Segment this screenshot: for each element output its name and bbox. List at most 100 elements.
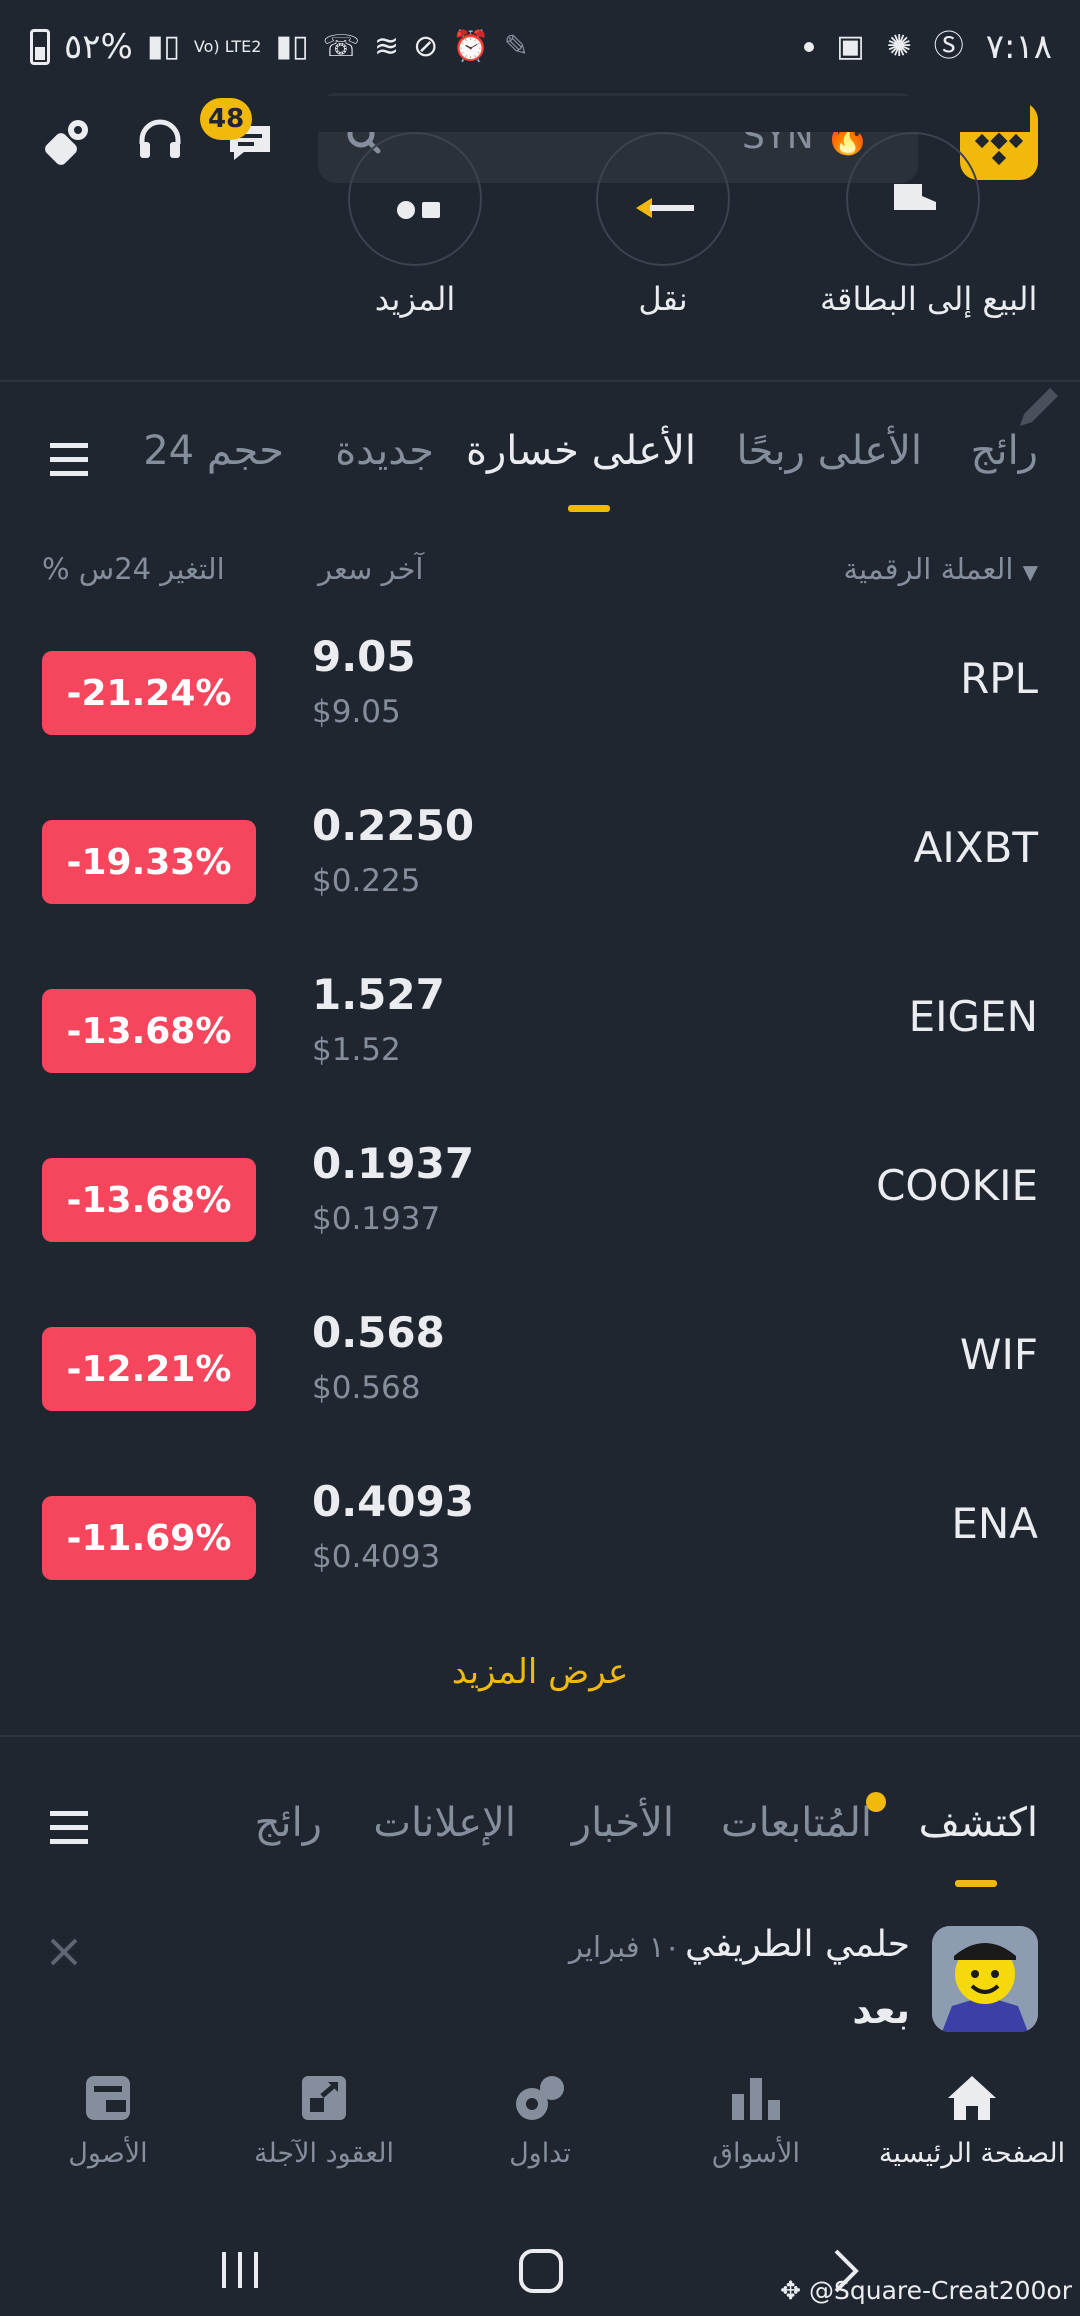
- binance-square-icon: ✥: [780, 2276, 802, 2305]
- avatar[interactable]: [932, 1926, 1038, 2032]
- coin-symbol: EIGEN: [908, 992, 1038, 1041]
- battery-icon: [30, 29, 50, 65]
- usd-price: $9.05: [312, 694, 401, 730]
- nav-label: العقود الآجلة: [254, 2138, 394, 2169]
- nav-home[interactable]: الصفحة الرئيسية: [864, 2056, 1080, 2169]
- coin-symbol: AIXBT: [913, 823, 1038, 872]
- home-button-icon[interactable]: [516, 2246, 566, 2296]
- profile-icon[interactable]: [36, 108, 100, 172]
- last-price: 0.4093: [312, 1477, 475, 1526]
- last-price: 1.527: [312, 970, 445, 1019]
- post-date: ١٠ فبراير: [568, 1930, 680, 1964]
- quick-action-label: المزيد: [374, 280, 456, 318]
- coin-row[interactable]: -19.33% 0.2250 $0.225 AIXBT: [0, 801, 1080, 970]
- last-price: 0.2250: [312, 801, 475, 850]
- nav-trade[interactable]: تداول: [432, 2056, 648, 2169]
- quick-action-label: نقل: [638, 280, 688, 318]
- coin-symbol: COOKIE: [876, 1161, 1038, 1210]
- sort-down-icon: ▼: [1022, 560, 1038, 584]
- change-badge: -21.24%: [42, 651, 256, 735]
- watermark-text: @Square-Creat200or: [808, 2276, 1072, 2305]
- feed-menu-icon[interactable]: [48, 1808, 92, 1848]
- tab-discover[interactable]: اكتشف: [919, 1800, 1038, 1846]
- change-badge: -13.68%: [42, 1158, 256, 1242]
- futures-icon: [296, 2070, 352, 2126]
- tab-trending-feed[interactable]: رائج: [255, 1800, 322, 1846]
- pen-icon: ✎: [503, 29, 529, 64]
- post-text[interactable]: بعد: [852, 1988, 910, 2032]
- battery-text: ٥٢%: [64, 27, 133, 67]
- coin-row[interactable]: -12.21% 0.568 $0.568 WIF: [0, 1308, 1080, 1477]
- gallery-icon: ▣: [836, 29, 865, 64]
- nav-label: الأصول: [68, 2138, 148, 2169]
- menu-icon[interactable]: [48, 440, 92, 480]
- usd-price: $0.4093: [312, 1539, 441, 1575]
- coin-row[interactable]: -11.69% 0.4093 $0.4093 ENA: [0, 1477, 1080, 1646]
- watermark: ✥ @Square-Creat200or: [780, 2276, 1072, 2305]
- nav-futures[interactable]: العقود الآجلة: [216, 2056, 432, 2169]
- post-author[interactable]: حلمي الطريفي: [685, 1924, 910, 1965]
- tab-volume-24[interactable]: حجم 24: [143, 428, 284, 474]
- signal-icon-2: ▮▯: [275, 29, 309, 64]
- status-right: ▣ ✺ Ⓢ ٧:١٨: [804, 22, 1052, 72]
- edit-icon[interactable]: [1014, 380, 1066, 432]
- status-left: ٥٢% ▮▯ Vo) LTE2 ▮▯ ☏ ≋ ⊘ ⏰ ✎: [30, 22, 529, 72]
- transfer-button[interactable]: [596, 132, 730, 266]
- coin-row[interactable]: -13.68% 1.527 $1.52 EIGEN: [0, 970, 1080, 1139]
- card-sell-icon: [894, 184, 936, 210]
- nav-label: تداول: [509, 2138, 571, 2169]
- app-icon: ✺: [886, 29, 912, 64]
- clock: ٧:١٨: [985, 27, 1052, 67]
- change-badge: -11.69%: [42, 1496, 256, 1580]
- coin-column-header[interactable]: العملة الرقمية ▼: [844, 552, 1038, 586]
- home-icon: [944, 2070, 1000, 2126]
- last-price: 0.568: [312, 1308, 445, 1357]
- recent-apps-icon[interactable]: [216, 2246, 264, 2294]
- last-price: 9.05: [312, 632, 416, 681]
- close-icon[interactable]: [48, 1936, 80, 1968]
- coin-header-label: العملة الرقمية: [843, 552, 1014, 586]
- tab-following[interactable]: المُتابعات: [721, 1800, 872, 1846]
- signal-icon: ▮▯: [146, 29, 180, 64]
- last-price: 0.1937: [312, 1139, 475, 1188]
- wallet-icon: [80, 2070, 136, 2126]
- more-button[interactable]: [348, 132, 482, 266]
- scroll-clip: [310, 96, 1030, 132]
- trade-icon: [512, 2070, 568, 2126]
- nav-assets[interactable]: الأصول: [0, 2056, 216, 2169]
- coin-symbol: RPL: [960, 654, 1038, 703]
- tab-announcements[interactable]: الإعلانات: [373, 1800, 516, 1846]
- tab-top-losers[interactable]: الأعلى خسارة: [466, 428, 696, 474]
- network-text: Vo) LTE2: [193, 37, 262, 56]
- headset-icon[interactable]: [128, 108, 192, 172]
- more-grid-icon: [397, 201, 440, 219]
- coin-symbol: WIF: [959, 1330, 1038, 1379]
- s-app-icon: Ⓢ: [933, 29, 964, 64]
- tab-trending[interactable]: رائج: [971, 428, 1038, 474]
- last-price-column-header[interactable]: آخر سعر: [318, 552, 424, 586]
- wifi-call-icon: ☏: [322, 29, 361, 64]
- tab-top-gainers[interactable]: الأعلى ربحًا: [736, 428, 922, 474]
- bottom-nav: الصفحة الرئيسية الأسواق تداول العقود الآ…: [0, 2056, 1080, 2216]
- alarm-icon: ⏰: [452, 29, 490, 64]
- coin-row[interactable]: -21.24% 9.05 $9.05 RPL: [0, 632, 1080, 801]
- nav-markets[interactable]: الأسواق: [648, 2056, 864, 2169]
- tab-news[interactable]: الأخبار: [572, 1800, 674, 1846]
- coin-row[interactable]: -13.68% 0.1937 $0.1937 COOKIE: [0, 1139, 1080, 1308]
- view-more-link[interactable]: عرض المزيد: [0, 1652, 1080, 1692]
- divider: [0, 1735, 1080, 1737]
- transfer-arrow-icon: [636, 198, 694, 218]
- usd-price: $0.225: [312, 863, 421, 899]
- nav-label: الأسواق: [712, 2138, 800, 2169]
- tab-new[interactable]: جديدة: [335, 428, 434, 474]
- change-column-header[interactable]: % التغير 24س: [42, 552, 225, 586]
- nav-label: الصفحة الرئيسية: [878, 2138, 1066, 2169]
- quick-action-label: البيع إلى البطاقة: [820, 280, 1038, 318]
- change-badge: -12.21%: [42, 1327, 256, 1411]
- mute-icon: ⊘: [413, 29, 439, 64]
- usd-price: $1.52: [312, 1032, 401, 1068]
- usd-price: $0.1937: [312, 1201, 441, 1237]
- sell-to-card-button[interactable]: [846, 132, 980, 266]
- markets-icon: [728, 2070, 784, 2126]
- notification-dot-icon: [804, 42, 815, 52]
